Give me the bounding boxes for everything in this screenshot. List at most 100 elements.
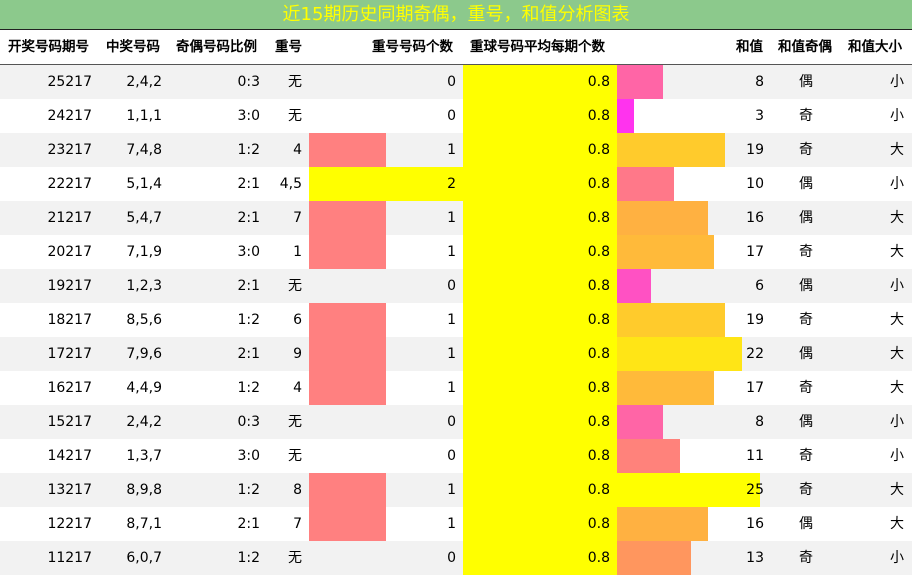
sum-cell: 16	[746, 210, 764, 226]
repeat-count-cell: 0	[447, 414, 456, 430]
repeat-count-cell: 0	[447, 448, 456, 464]
sum-size-cell: 小	[890, 448, 904, 464]
sum-size-cell: 小	[890, 550, 904, 566]
numbers-cell: 4,4,9	[126, 380, 162, 396]
sum-parity-cell: 奇	[799, 312, 813, 328]
repeat-count-cell: 2	[447, 176, 456, 192]
repeat-count-cell: 1	[447, 142, 456, 158]
avg-cell: 0.8	[587, 108, 610, 124]
repeat-count-cell: 1	[447, 516, 456, 532]
issue-cell: 13217	[47, 482, 92, 498]
table-row: 16217 4,4,9 1:2 4 1 0.8 17 奇 大	[0, 371, 912, 405]
sum-cell: 8	[755, 414, 764, 430]
sum-size-cell: 小	[890, 278, 904, 294]
header-sum: 和值	[736, 39, 763, 55]
issue-cell: 14217	[47, 448, 92, 464]
repeat-cell: 无	[288, 74, 302, 90]
avg-cell: 0.8	[587, 516, 610, 532]
ratio-cell: 3:0	[237, 108, 260, 124]
repeat-cell: 无	[288, 278, 302, 294]
issue-cell: 23217	[47, 142, 92, 158]
sum-cell: 19	[746, 312, 764, 328]
repeat-count-cell: 0	[447, 108, 456, 124]
header-numbers: 中奖号码	[106, 39, 160, 55]
header-avg: 重球号码平均每期个数	[470, 39, 605, 55]
numbers-cell: 5,1,4	[126, 176, 162, 192]
issue-cell: 25217	[47, 74, 92, 90]
numbers-cell: 1,2,3	[126, 278, 162, 294]
table-row: 12217 8,7,1 2:1 7 1 0.8 16 偶 大	[0, 507, 912, 541]
sum-parity-cell: 偶	[799, 346, 813, 362]
header-repeat: 重号	[275, 39, 302, 55]
avg-cell: 0.8	[587, 448, 610, 464]
avg-cell: 0.8	[587, 380, 610, 396]
ratio-cell: 0:3	[237, 74, 260, 90]
table-row: 15217 2,4,2 0:3 无 0 0.8 8 偶 小	[0, 405, 912, 439]
sum-cell: 10	[746, 176, 764, 192]
issue-cell: 24217	[47, 108, 92, 124]
repeat-count-cell: 1	[447, 210, 456, 226]
repeat-cell: 7	[293, 516, 302, 532]
header-issue: 开奖号码期号	[8, 39, 89, 55]
ratio-cell: 1:2	[237, 550, 260, 566]
sum-parity-cell: 偶	[799, 74, 813, 90]
sum-cell: 17	[746, 380, 764, 396]
repeat-count-cell: 1	[447, 312, 456, 328]
sum-cell: 13	[746, 550, 764, 566]
repeat-count-cell: 1	[447, 380, 456, 396]
ratio-cell: 2:1	[237, 278, 260, 294]
sum-size-cell: 大	[890, 346, 904, 362]
repeat-count-cell: 1	[447, 346, 456, 362]
issue-cell: 12217	[47, 516, 92, 532]
issue-cell: 21217	[47, 210, 92, 226]
numbers-cell: 2,4,2	[126, 414, 162, 430]
repeat-count-cell: 1	[447, 244, 456, 260]
repeat-cell: 4,5	[279, 176, 302, 192]
table-header: 开奖号码期号 中奖号码 奇偶号码比例 重号 重号号码个数 重球号码平均每期个数 …	[0, 30, 912, 65]
ratio-cell: 1:2	[237, 380, 260, 396]
ratio-cell: 2:1	[237, 346, 260, 362]
sum-cell: 3	[755, 108, 764, 124]
sum-cell: 11	[746, 448, 764, 464]
issue-cell: 17217	[47, 346, 92, 362]
avg-cell: 0.8	[587, 346, 610, 362]
sum-cell: 6	[755, 278, 764, 294]
table-row: 22217 5,1,4 2:1 4,5 2 0.8 10 偶 小	[0, 167, 912, 201]
avg-cell: 0.8	[587, 210, 610, 226]
repeat-cell: 9	[293, 346, 302, 362]
issue-cell: 11217	[47, 550, 92, 566]
repeat-cell: 4	[293, 142, 302, 158]
sum-size-cell: 大	[890, 244, 904, 260]
repeat-cell: 无	[288, 414, 302, 430]
sum-parity-cell: 偶	[799, 414, 813, 430]
repeat-cell: 6	[293, 312, 302, 328]
sum-size-cell: 小	[890, 414, 904, 430]
sum-cell: 25	[746, 482, 764, 498]
chart-title: 近15期历史同期奇偶，重号，和值分析图表	[0, 0, 912, 30]
avg-cell: 0.8	[587, 74, 610, 90]
table-body: 25217 2,4,2 0:3 无 0 0.8 8 偶小 24217 1,1,1 3:0 无 0 0.8 3…	[0, 65, 912, 575]
ratio-cell: 2:1	[237, 176, 260, 192]
repeat-count-cell: 0	[447, 550, 456, 566]
sum-parity-cell: 偶	[799, 176, 813, 192]
avg-cell: 0.8	[587, 142, 610, 158]
table-row: 17217 7,9,6 2:1 9 1 0.8 22 偶 大	[0, 337, 912, 371]
header-ratio: 奇偶号码比例	[176, 39, 257, 55]
table-row: 11217 6,0,7 1:2 无 0 0.8 13 奇 小	[0, 541, 912, 575]
sum-parity-cell: 奇	[799, 482, 813, 498]
sum-cell: 19	[746, 142, 764, 158]
sum-cell: 8	[755, 74, 764, 90]
ratio-cell: 1:2	[237, 312, 260, 328]
numbers-cell: 5,4,7	[126, 210, 162, 226]
ratio-cell: 1:2	[237, 482, 260, 498]
sum-parity-cell: 偶	[799, 210, 813, 226]
table-row: 23217 7,4,8 1:2 4 1 0.8 19 奇 大	[0, 133, 912, 167]
avg-cell: 0.8	[587, 312, 610, 328]
repeat-cell: 无	[288, 550, 302, 566]
header-repeat-count: 重号号码个数	[372, 39, 453, 55]
issue-cell: 18217	[47, 312, 92, 328]
avg-cell: 0.8	[587, 414, 610, 430]
issue-cell: 16217	[47, 380, 92, 396]
numbers-cell: 2,4,2	[126, 74, 162, 90]
numbers-cell: 7,4,8	[126, 142, 162, 158]
